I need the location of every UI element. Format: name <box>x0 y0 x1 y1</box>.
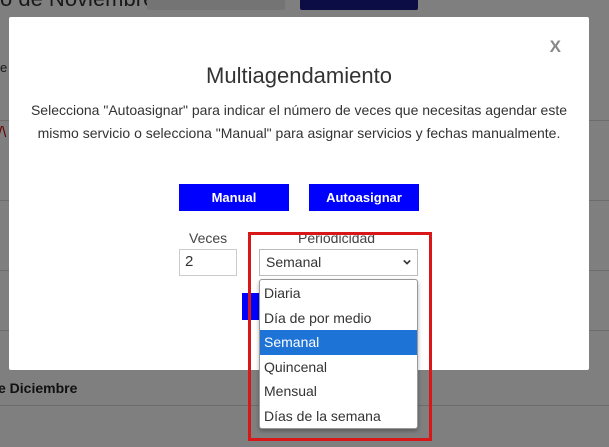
autoasignar-button[interactable]: Autoasignar <box>309 184 419 211</box>
option-dia-de-por-medio[interactable]: Día de por medio <box>260 306 417 331</box>
veces-label: Veces <box>189 230 228 246</box>
option-dias-de-la-semana[interactable]: Días de la semana <box>260 404 417 429</box>
option-quincenal[interactable]: Quincenal <box>260 355 417 380</box>
option-diaria[interactable]: Diaria <box>260 281 417 306</box>
chevron-down-icon <box>403 259 411 265</box>
modal-description: Selecciona "Autoasignar" para indicar el… <box>30 102 568 141</box>
option-mensual[interactable]: Mensual <box>260 379 417 404</box>
periodicidad-dropdown: Diaria Día de por medio Semanal Quincena… <box>259 279 418 429</box>
close-button[interactable]: X <box>550 37 561 57</box>
periodicidad-select[interactable]: Semanal <box>259 249 418 276</box>
periodicidad-selected-value: Semanal <box>266 254 322 270</box>
manual-button[interactable]: Manual <box>179 184 289 211</box>
option-semanal[interactable]: Semanal <box>260 330 417 355</box>
veces-input[interactable]: 2 <box>179 249 237 276</box>
modal-title: Multiagendamiento <box>206 63 392 88</box>
periodicidad-label: Periodicidad <box>298 230 376 246</box>
